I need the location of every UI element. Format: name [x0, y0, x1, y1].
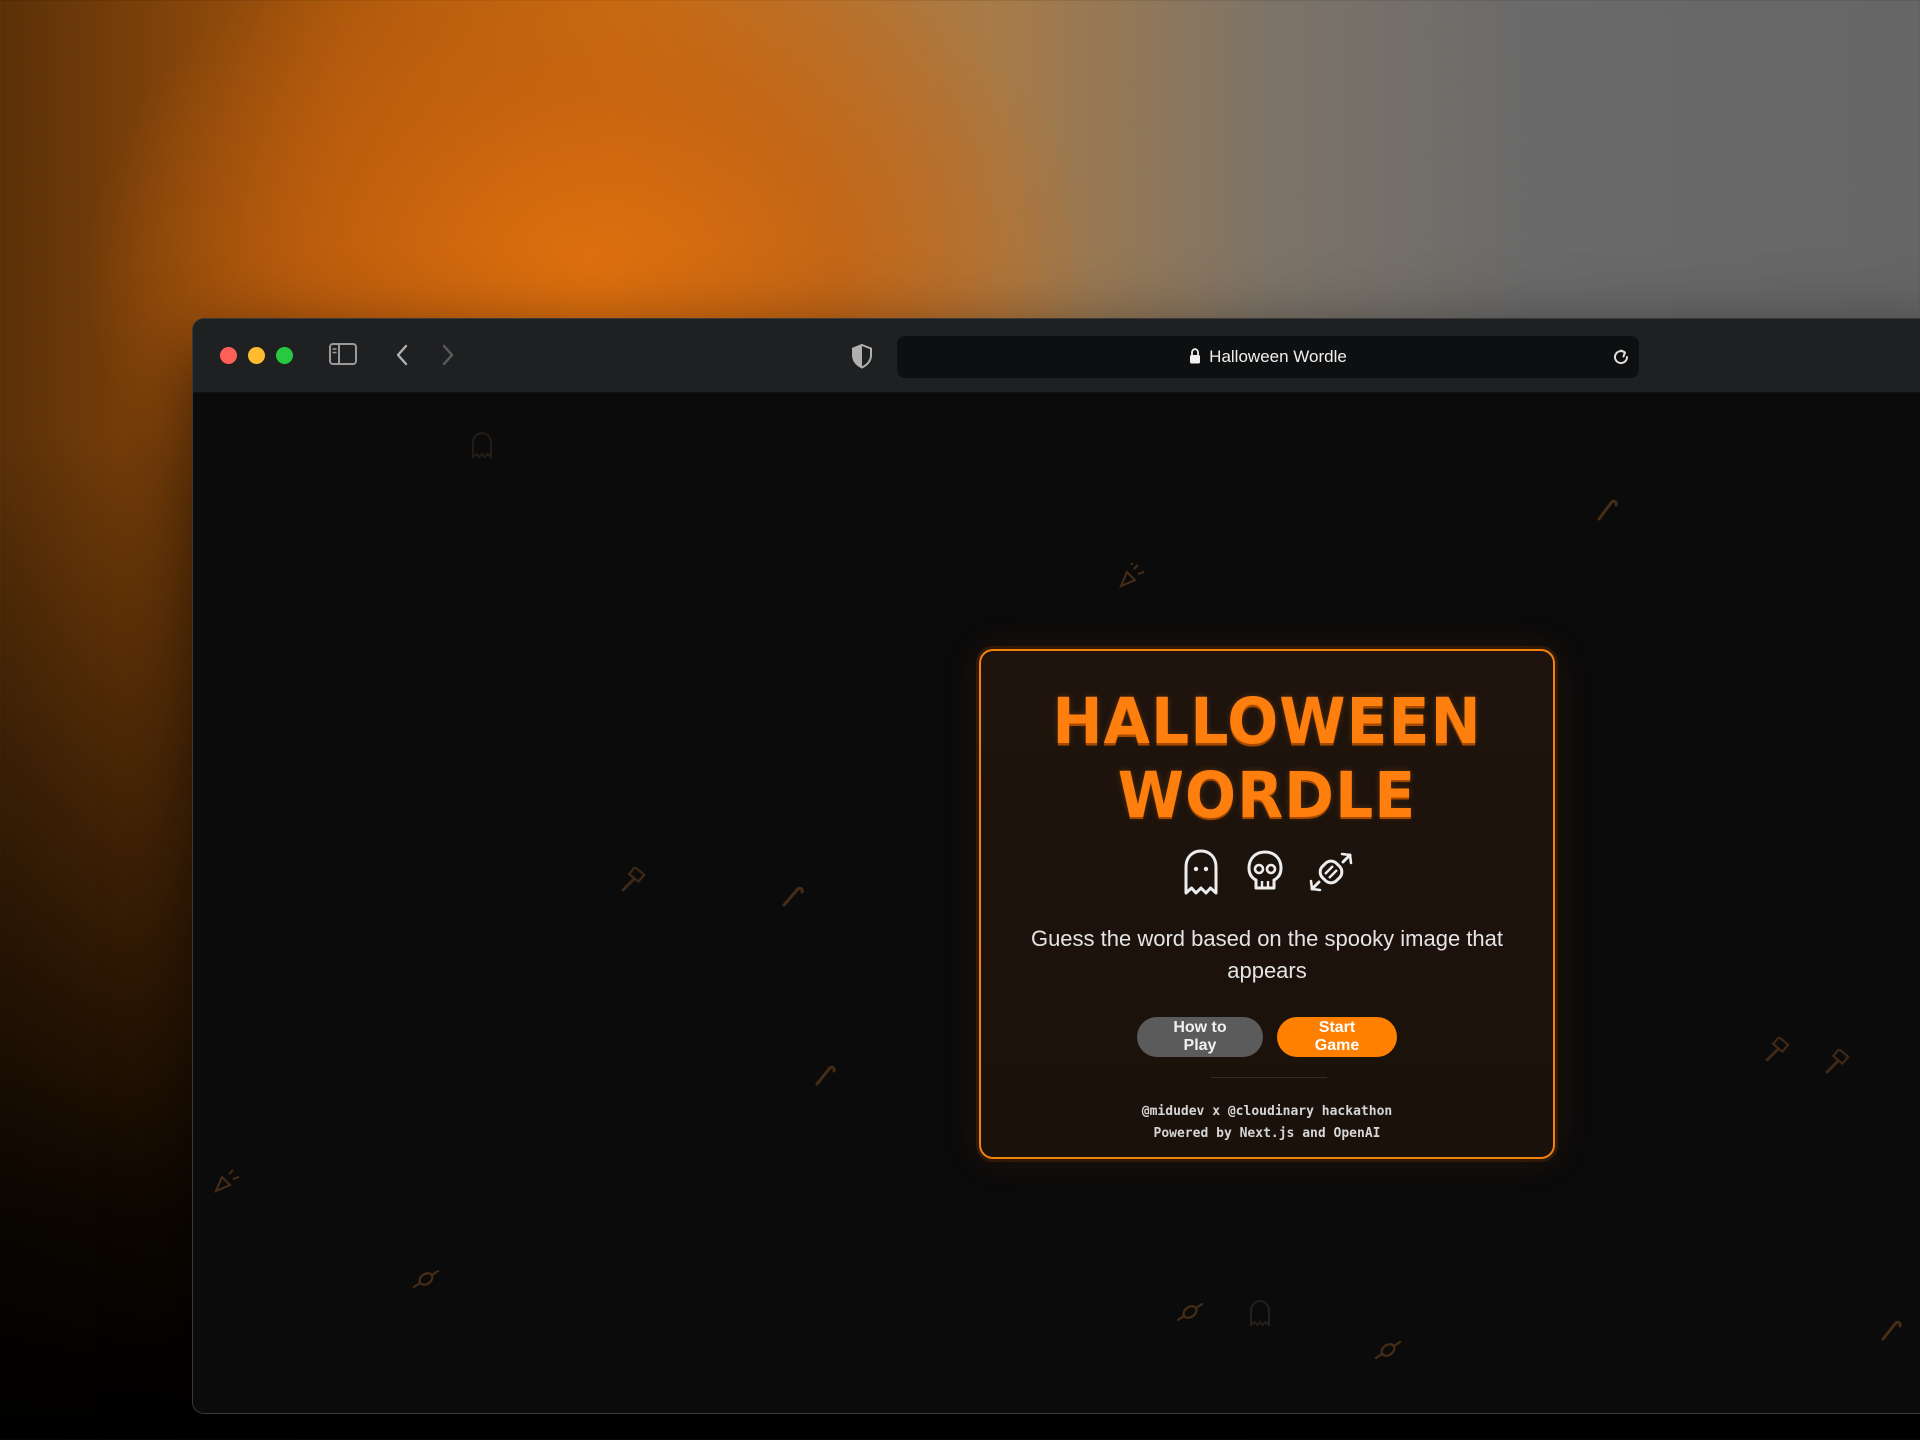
browser-window: Halloween Wordle HALLOWEEN WORDLE Guess … [192, 318, 1920, 1414]
address-bar[interactable]: Halloween Wordle [897, 336, 1639, 378]
powered-by-line: Powered by Next.js and OpenAI [1153, 1126, 1381, 1141]
browser-toolbar: Halloween Wordle [193, 319, 1920, 393]
ghost-icon [1250, 1299, 1270, 1327]
divider [1211, 1077, 1327, 1078]
page-title: Halloween Wordle [1209, 347, 1347, 366]
how-to-play-button[interactable]: How to Play [1137, 1017, 1263, 1057]
confetti-icon [1119, 563, 1145, 588]
address-title: Halloween Wordle [897, 336, 1639, 378]
candy-cane-icon [782, 886, 804, 907]
theme-icons [981, 847, 1553, 897]
hammer-icon [1765, 1037, 1790, 1062]
hammer-icon [1825, 1049, 1850, 1074]
ghost-icon [472, 431, 492, 459]
close-window-button[interactable] [220, 347, 237, 364]
card-footer: @midudev x @cloudinary hackathon Powered… [981, 1101, 1553, 1145]
lock-icon [1190, 348, 1201, 364]
maximize-window-button[interactable] [276, 347, 293, 364]
candy-icon [1309, 852, 1353, 892]
minimize-window-button[interactable] [248, 347, 265, 364]
credits-line: @midudev x @cloudinary hackathon [1141, 1104, 1393, 1119]
page-content: HALLOWEEN WORDLE Guess the word based on… [193, 393, 1920, 1413]
confetti-icon [214, 1169, 240, 1193]
game-title-line1: HALLOWEEN [1052, 685, 1482, 760]
start-game-button[interactable]: Start Game [1277, 1017, 1397, 1057]
shield-icon[interactable] [851, 343, 873, 369]
welcome-card: HALLOWEEN WORDLE Guess the word based on… [979, 649, 1555, 1159]
forward-icon[interactable] [441, 344, 455, 366]
game-title: HALLOWEEN WORDLE [981, 686, 1553, 833]
candy-cane-icon [1597, 499, 1618, 521]
candy-cane-icon [815, 1065, 836, 1086]
candy-icon [412, 1269, 440, 1289]
card-actions: How to Play Start Game [981, 1017, 1553, 1057]
game-tagline: Guess the word based on the spooky image… [1030, 926, 1504, 983]
candy-icon [1374, 1340, 1402, 1360]
game-title-line2: WORDLE [1117, 759, 1417, 833]
back-icon[interactable] [395, 344, 409, 366]
reload-icon[interactable] [1611, 347, 1631, 367]
candy-cane-icon [1881, 1320, 1902, 1341]
hammer-icon [621, 867, 646, 892]
ghost-icon [1184, 849, 1218, 895]
candy-icon [1176, 1302, 1204, 1322]
skull-icon [1247, 850, 1283, 890]
sidebar-icon[interactable] [329, 343, 357, 365]
